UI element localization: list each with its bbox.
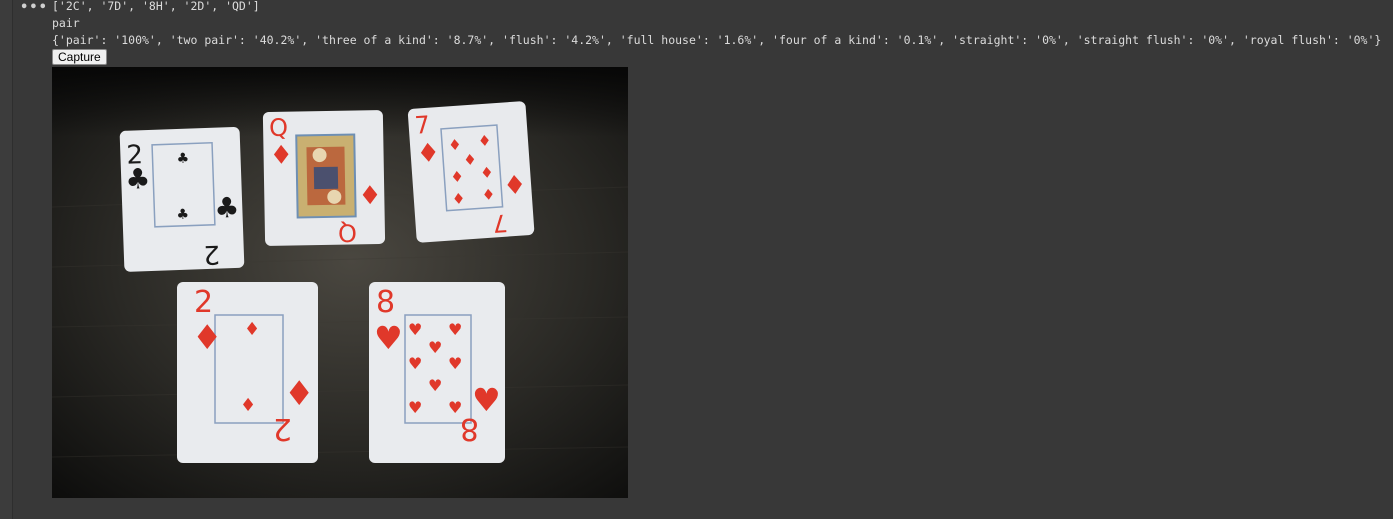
card-pip: ♦ [450, 167, 465, 186]
card-rank: 2 [273, 411, 292, 446]
playing-card-2d: 2 ♦ ♦ ♦ ♦ 2 [177, 282, 318, 463]
card-suit: ♦ [502, 170, 527, 202]
webcam-photo: 2 ♣ ♣ ♣ ♣ 2 Q ♦ ♦ Q 7 ♦ ♦ ♦ ♦ ♦ ♦ ♦ ♦ ♦ [52, 67, 628, 498]
card-pip: ♦ [240, 395, 256, 416]
card-rank: Q [338, 218, 357, 246]
card-rank: 2 [194, 285, 213, 320]
card-pip: ♦ [481, 185, 496, 204]
card-rank: 8 [460, 411, 479, 446]
card-pip: ♣ [176, 151, 189, 167]
playing-card-7d: 7 ♦ ♦ ♦ ♦ ♦ ♦ ♦ ♦ ♦ 7 [407, 101, 535, 243]
card-suit: ♣ [125, 162, 151, 196]
playing-card-qd: Q ♦ ♦ Q [262, 110, 386, 247]
playing-card-2c: 2 ♣ ♣ ♣ ♣ 2 [119, 127, 245, 272]
card-suit: ♦ [269, 141, 293, 171]
card-pip: ♦ [480, 163, 495, 182]
card-suit: ♦ [284, 374, 314, 414]
output-cards-list: ['2C', '7D', '8H', '2D', 'QD'] [52, 0, 260, 13]
card-pip: ♦ [244, 319, 260, 340]
card-rank: 8 [376, 285, 395, 320]
card-pip: ♦ [448, 136, 463, 155]
output-probabilities: {'pair': '100%', 'two pair': '40.2%', 't… [52, 33, 1382, 47]
capture-button[interactable]: Capture [52, 49, 107, 65]
output-hand-rank: pair [52, 16, 80, 30]
card-suit: ♥ [374, 319, 403, 357]
card-rank: 2 [203, 239, 221, 270]
card-suit: ♦ [416, 138, 441, 170]
card-rank: Q [269, 114, 288, 142]
card-rank: 7 [414, 111, 431, 140]
card-pip: ♥ [448, 354, 462, 373]
card-pip: ♦ [477, 131, 492, 150]
card-suit: ♣ [214, 191, 240, 225]
card-pip: ♥ [408, 354, 422, 373]
playing-card-8h: 8 ♥ ♥ ♥ ♥ ♥ ♥ ♥ ♥ ♥ ♥ 8 [369, 282, 505, 463]
card-pip: ♥ [408, 320, 422, 339]
card-suit: ♦ [358, 181, 382, 211]
card-pip: ♦ [451, 189, 466, 208]
cell-gutter [0, 0, 13, 519]
card-suit: ♦ [192, 318, 222, 358]
card-pip: ♦ [463, 151, 478, 170]
card-rank: 7 [491, 209, 508, 238]
more-options-icon[interactable]: ••• [20, 0, 48, 15]
card-pip: ♥ [408, 398, 422, 417]
card-pip: ♥ [428, 376, 442, 395]
card-pip: ♣ [176, 207, 189, 223]
card-pip: ♥ [428, 338, 442, 357]
card-pip: ♥ [448, 320, 462, 339]
